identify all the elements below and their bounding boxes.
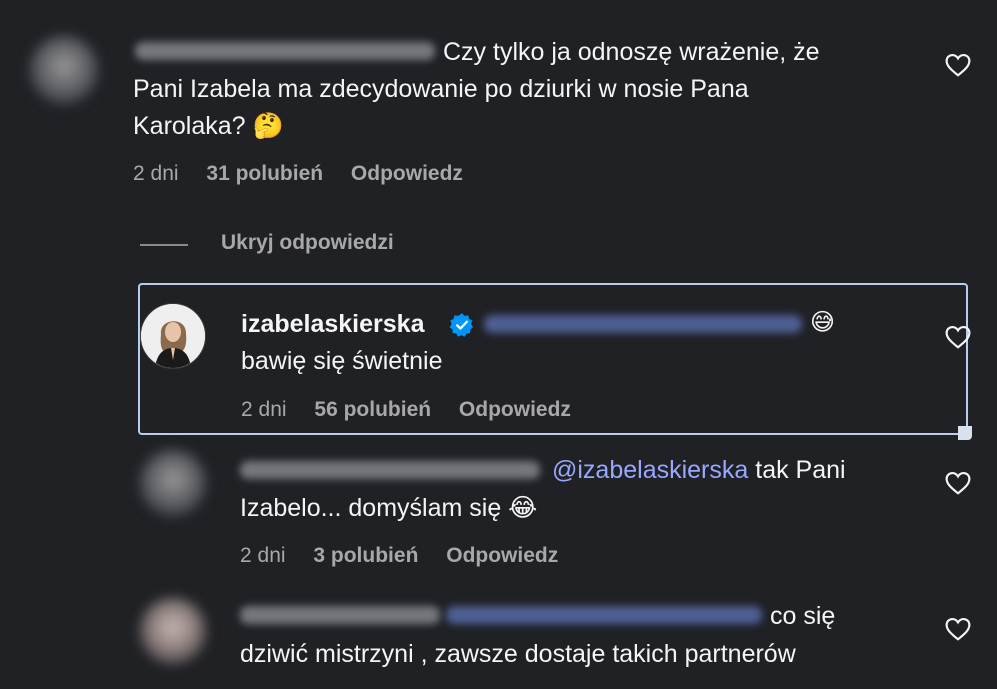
likes-count[interactable]: 3 polubień <box>313 544 418 567</box>
avatar[interactable] <box>140 598 206 664</box>
avatar[interactable] <box>30 36 98 104</box>
reply-button[interactable]: Odpowiedz <box>351 162 463 185</box>
verified-badge-icon <box>449 313 474 337</box>
avatar[interactable] <box>140 303 206 369</box>
reply-meta: 2 dni 56 polubień Odpowiedz <box>241 398 593 422</box>
heart-icon[interactable] <box>945 53 971 77</box>
heart-icon[interactable] <box>945 617 971 641</box>
resize-corner <box>958 426 972 440</box>
mention-blurred[interactable] <box>484 315 802 333</box>
comment-text-line-2: Pani Izabela ma zdecydowanie po dziurki … <box>133 75 749 103</box>
likes-count[interactable]: 56 polubień <box>314 398 431 421</box>
comment-meta: 2 dni 31 polubień Odpowiedz <box>133 162 485 186</box>
emoji: 😅 <box>810 309 836 336</box>
reply-text-rest: tak Pani <box>748 456 846 484</box>
replies-divider <box>140 244 188 246</box>
comments-panel: Czy tylko ja odnoszę wrażenie, że Pani I… <box>0 0 997 689</box>
avatar-photo <box>141 304 205 368</box>
hide-replies-button[interactable]: Ukryj odpowiedzi <box>221 231 394 255</box>
comment-text-line-3: Karolaka? 🤔 <box>133 112 284 140</box>
reply-text-line-1: co się <box>770 602 836 630</box>
reply-button[interactable]: Odpowiedz <box>459 398 571 421</box>
username[interactable]: izabelaskierska <box>241 306 424 342</box>
reply-text-line-2: Izabelo... domyślam się 😂 <box>240 494 538 522</box>
reply-text-line-2: dziwić mistrzyni , zawsze dostaje takich… <box>240 640 796 668</box>
reply-text-line-1: @izabelaskierska tak Pani <box>552 452 846 488</box>
comment-text-line-1: Czy tylko ja odnoszę wrażenie, że <box>443 38 820 66</box>
mention-link[interactable]: @izabelaskierska <box>552 456 748 484</box>
username-blurred[interactable] <box>240 461 540 479</box>
avatar[interactable] <box>140 450 206 516</box>
reply-button[interactable]: Odpowiedz <box>446 544 558 567</box>
username-blurred[interactable] <box>240 606 440 624</box>
timestamp: 2 dni <box>240 544 286 567</box>
mention-blurred[interactable] <box>446 606 762 624</box>
reply-text: bawię się świetnie <box>241 347 443 375</box>
likes-count[interactable]: 31 polubień <box>206 162 323 185</box>
heart-icon[interactable] <box>945 325 971 349</box>
heart-icon[interactable] <box>945 471 971 495</box>
reply-meta: 2 dni 3 polubień Odpowiedz <box>240 544 580 568</box>
timestamp: 2 dni <box>241 398 287 421</box>
timestamp: 2 dni <box>133 162 179 185</box>
username-blurred[interactable] <box>135 42 435 60</box>
